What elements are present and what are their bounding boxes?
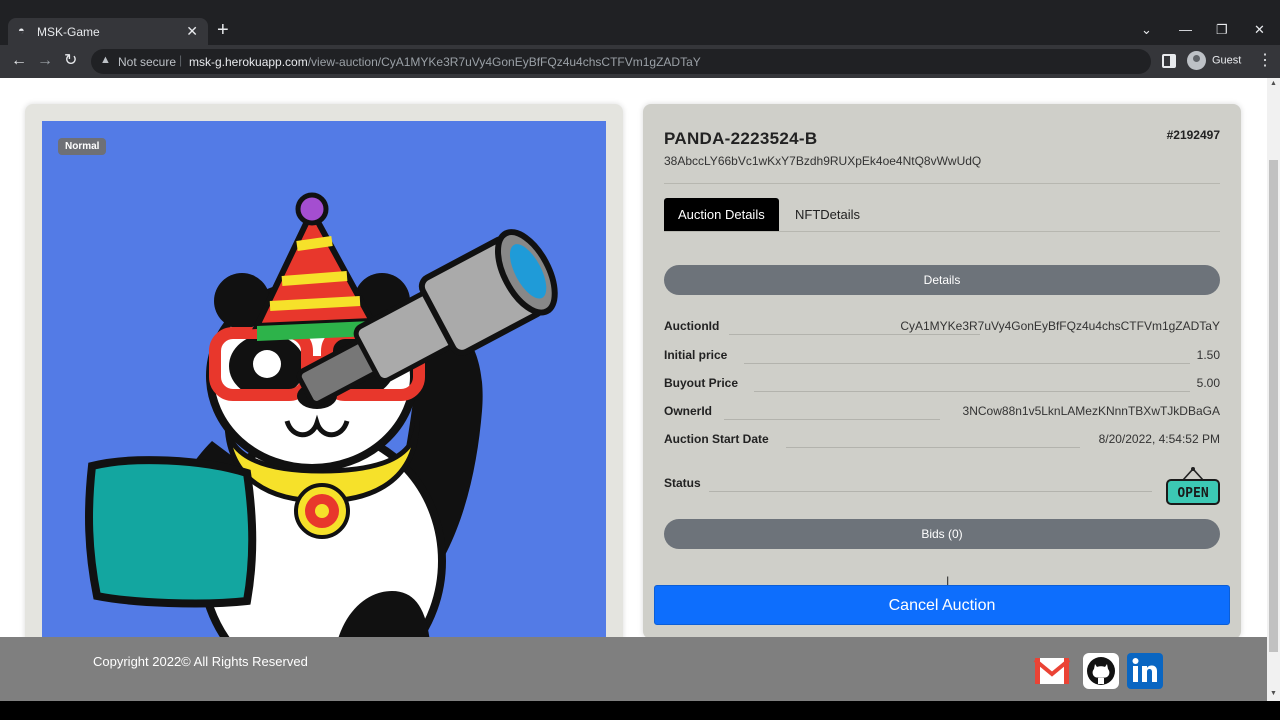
scroll-down-icon[interactable]: ▼ bbox=[1270, 690, 1277, 697]
tab-favicon-icon: ◓ bbox=[18, 25, 25, 37]
screen-bottom-strip bbox=[0, 701, 1280, 720]
auction-id-value: CyA1MYKe3R7uVy4GonEyBfFQz4u4chsCTFVm1gZA… bbox=[900, 319, 1220, 333]
page-footer: Copyright 2022© All Rights Reserved bbox=[0, 637, 1267, 701]
auction-info-card: PANDA-2223524-B 38AbccLY66bVc1wKxY7Bzdh9… bbox=[643, 104, 1241, 639]
start-date-label: Auction Start Date bbox=[664, 432, 769, 446]
owner-id-value: 3NCow88n1v5LknLAMezKNnnTBXwTJkDBaGA bbox=[962, 404, 1220, 418]
panda-artwork-image bbox=[85, 192, 558, 641]
nft-name: PANDA-2223524-B bbox=[664, 129, 818, 148]
divider bbox=[664, 183, 1220, 184]
tab-search-icon[interactable]: ⌄ bbox=[1141, 22, 1152, 38]
restore-icon[interactable]: ❐ bbox=[1216, 22, 1228, 38]
page-scrollbar[interactable]: ▲ ▼ bbox=[1267, 78, 1280, 701]
bids-header[interactable]: Bids (0) bbox=[664, 519, 1220, 549]
auction-id-label: AuctionId bbox=[664, 319, 720, 333]
tab-nft-details[interactable]: NFTDetails bbox=[781, 198, 874, 232]
copyright-text: Copyright 2022© All Rights Reserved bbox=[93, 654, 308, 669]
browser-tab-strip: ◓ MSK-Game ✕ + ⌄ — ❐ ✕ bbox=[0, 0, 1280, 45]
side-panel-icon[interactable] bbox=[1162, 54, 1176, 68]
scroll-up-icon[interactable]: ▲ bbox=[1270, 80, 1277, 87]
buyout-price-value: 5.00 bbox=[1196, 376, 1220, 390]
initial-price-row: Initial price 1.50 bbox=[664, 348, 1220, 364]
row-dots bbox=[744, 363, 1190, 364]
text-cursor-icon: I bbox=[946, 574, 950, 588]
owner-id-row: OwnerId 3NCow88n1v5LknLAMezKNnnTBXwTJkDB… bbox=[664, 404, 1220, 420]
nft-address: 38AbccLY66bVc1wKxY7Bzdh9RUXpEk4oe4NtQ8vW… bbox=[664, 154, 982, 168]
linkedin-icon[interactable] bbox=[1126, 652, 1164, 690]
address-separator: | bbox=[179, 53, 183, 67]
scrollbar-thumb[interactable] bbox=[1269, 160, 1278, 652]
tab-title: MSK-Game bbox=[37, 25, 100, 39]
row-dots bbox=[724, 419, 940, 420]
nft-artwork: Normal bbox=[42, 121, 606, 641]
tab-close-icon[interactable]: ✕ bbox=[186, 23, 198, 40]
browser-toolbar: ← → ↻ ▲ Not secure | msk-g.herokuapp.com… bbox=[0, 45, 1280, 78]
start-date-value: 8/20/2022, 4:54:52 PM bbox=[1098, 432, 1220, 446]
rarity-badge: Normal bbox=[58, 138, 107, 155]
new-tab-icon[interactable]: + bbox=[217, 20, 229, 40]
window-close-icon[interactable]: ✕ bbox=[1254, 22, 1265, 38]
address-bar[interactable]: ▲ Not secure | msk-g.herokuapp.com/view-… bbox=[91, 49, 1151, 74]
github-icon[interactable] bbox=[1082, 652, 1120, 690]
auction-id-row: AuctionId CyA1MYKe3R7uVy4GonEyBfFQz4u4ch… bbox=[664, 319, 1220, 335]
buyout-price-label: Buyout Price bbox=[664, 376, 739, 390]
profile-button[interactable]: Guest bbox=[1187, 51, 1241, 70]
status-label: Status bbox=[664, 476, 701, 490]
status-row: Status bbox=[664, 476, 1220, 492]
open-sign-icon: OPEN bbox=[1166, 467, 1220, 505]
gmail-icon[interactable] bbox=[1033, 652, 1071, 690]
back-icon[interactable]: ← bbox=[11, 52, 27, 70]
nft-number: #2192497 bbox=[1166, 128, 1220, 142]
initial-price-value: 1.50 bbox=[1196, 348, 1220, 362]
url-path: /view-auction/CyA1MYKe3R7uVy4GonEyBfFQz4… bbox=[307, 55, 701, 69]
profile-label: Guest bbox=[1212, 54, 1242, 67]
page-viewport: Normal PANDA-2223524-B 38AbccLY66bVc1wKx… bbox=[0, 78, 1267, 701]
details-header[interactable]: Details bbox=[664, 265, 1220, 295]
owner-id-label: OwnerId bbox=[664, 404, 713, 418]
row-dots bbox=[729, 334, 980, 335]
row-dots bbox=[754, 391, 1190, 392]
minimize-icon[interactable]: — bbox=[1179, 22, 1192, 37]
not-secure-label: Not secure bbox=[118, 55, 177, 69]
tab-divider bbox=[664, 231, 1220, 232]
row-dots bbox=[709, 491, 1152, 492]
start-date-row: Auction Start Date 8/20/2022, 4:54:52 PM bbox=[664, 432, 1220, 448]
reload-icon[interactable]: ↻ bbox=[64, 52, 77, 70]
tab-auction-details[interactable]: Auction Details bbox=[664, 198, 779, 232]
url-text: msk-g.herokuapp.com/view-auction/CyA1MYK… bbox=[189, 55, 701, 69]
row-dots bbox=[786, 447, 1080, 448]
avatar-icon bbox=[1187, 51, 1206, 70]
initial-price-label: Initial price bbox=[664, 348, 728, 362]
browser-tab[interactable]: ◓ MSK-Game ✕ bbox=[8, 18, 208, 45]
buyout-price-row: Buyout Price 5.00 bbox=[664, 376, 1220, 392]
not-secure-warning-icon[interactable]: ▲ bbox=[100, 54, 111, 66]
cancel-auction-button[interactable]: Cancel Auction bbox=[654, 585, 1230, 625]
browser-menu-icon[interactable]: ⋮ bbox=[1257, 50, 1273, 70]
forward-icon[interactable]: → bbox=[37, 52, 53, 70]
url-host: msk-g.herokuapp.com bbox=[189, 55, 308, 69]
open-sign-text: OPEN bbox=[1177, 486, 1208, 501]
nft-image-card: Normal bbox=[25, 104, 623, 664]
